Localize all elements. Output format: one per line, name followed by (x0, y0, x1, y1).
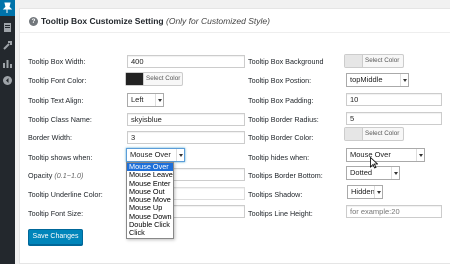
panel-title-note: (Only for Customized Style) (166, 16, 270, 26)
class-name-input[interactable]: skyisblue (127, 113, 245, 126)
chevron-down-icon (155, 94, 163, 106)
admin-sidebar (0, 0, 15, 264)
box-background-swatch (345, 55, 363, 67)
font-color-picker[interactable]: Select Color (125, 72, 183, 86)
panel-title: Tooltip Box Customize Setting (Only for … (41, 16, 270, 26)
box-position-select[interactable]: topMiddle (346, 73, 409, 87)
box-background-label: Tooltip Box Background (248, 57, 324, 66)
border-width-label: Border Width: (28, 133, 72, 142)
box-padding-label: Tooltip Box Padding: (248, 96, 314, 105)
opacity-input[interactable] (172, 168, 245, 181)
box-background-picker[interactable]: Select Color (344, 54, 404, 68)
line-height-input[interactable]: for example:20 (346, 205, 442, 218)
chevron-down-icon (416, 149, 424, 161)
border-color-button-label: Select Color (365, 130, 400, 137)
font-size-label: Tooltip Font Size: (28, 209, 84, 218)
line-height-label: Tooltips Line Height: (248, 209, 313, 218)
border-color-swatch (345, 128, 363, 140)
font-color-button-label: Select Color (146, 75, 181, 82)
border-bottom-value: Dotted (350, 168, 373, 177)
shadow-select[interactable]: Hidden (347, 185, 383, 199)
question-icon: ? (29, 17, 38, 26)
border-radius-input[interactable]: 5 (346, 112, 442, 125)
opacity-hint: (0.1~1.0) (54, 171, 84, 180)
hides-when-label: Tooltip hides when: (248, 153, 310, 162)
font-color-label: Tooltip Font Color: (28, 76, 87, 85)
mouse-pointer-icon (370, 156, 379, 171)
box-position-label: Tooltip Box Postion: (248, 76, 312, 85)
class-name-label: Tooltip Class Name: (28, 115, 92, 124)
border-color-label: Tooltip Border Color: (248, 133, 314, 142)
text-align-label: Tooltip Text Align: (28, 96, 84, 105)
chevron-down-icon (176, 149, 184, 161)
box-width-input[interactable]: 400 (127, 55, 245, 68)
shows-when-select[interactable]: Mouse Over (126, 148, 185, 162)
box-background-button-label: Select Color (365, 57, 400, 64)
border-width-input[interactable]: 3 (127, 131, 245, 144)
stats-icon[interactable] (2, 58, 13, 69)
border-bottom-label: Tooltips Border Bottom: (248, 171, 323, 180)
dropdown-option[interactable]: Click (127, 229, 173, 238)
box-width-label: Tooltip Box Width: (28, 57, 86, 66)
box-position-value: topMiddle (350, 75, 383, 84)
collapse-icon[interactable] (2, 75, 13, 86)
wrench-icon[interactable] (2, 40, 13, 51)
chevron-down-icon (374, 186, 382, 198)
box-padding-input[interactable]: 10 (346, 93, 442, 106)
shows-when-dropdown-list: Mouse Over Mouse Leave Mouse Enter Mouse… (126, 162, 174, 239)
save-changes-button[interactable]: Save Changes (28, 229, 83, 245)
shows-when-value: Mouse Over (130, 150, 171, 159)
chevron-down-icon (400, 74, 408, 86)
pages-icon[interactable] (2, 22, 13, 33)
shadow-label: Tooltips Shadow: (248, 190, 303, 199)
text-align-value: Left (131, 95, 144, 104)
shows-when-label: Tooltip shows when: (28, 153, 93, 162)
panel-header: ? Tooltip Box Customize Setting (Only fo… (20, 9, 450, 33)
font-size-input[interactable] (172, 205, 245, 218)
opacity-label: Opacity (0.1~1.0) (28, 171, 84, 180)
border-color-picker[interactable]: Select Color (344, 127, 404, 141)
underline-color-label: Tooltip Underline Color: (28, 190, 103, 199)
hides-when-select[interactable]: Mouse Over (346, 148, 425, 162)
pin-icon[interactable] (0, 0, 15, 16)
underline-color-picker[interactable] (172, 187, 245, 200)
text-align-select[interactable]: Left (127, 93, 164, 107)
chevron-down-icon (391, 167, 399, 179)
shadow-value: Hidden (351, 187, 375, 196)
font-color-swatch (126, 73, 144, 85)
border-radius-label: Tooltip Border Radius: (248, 115, 319, 124)
